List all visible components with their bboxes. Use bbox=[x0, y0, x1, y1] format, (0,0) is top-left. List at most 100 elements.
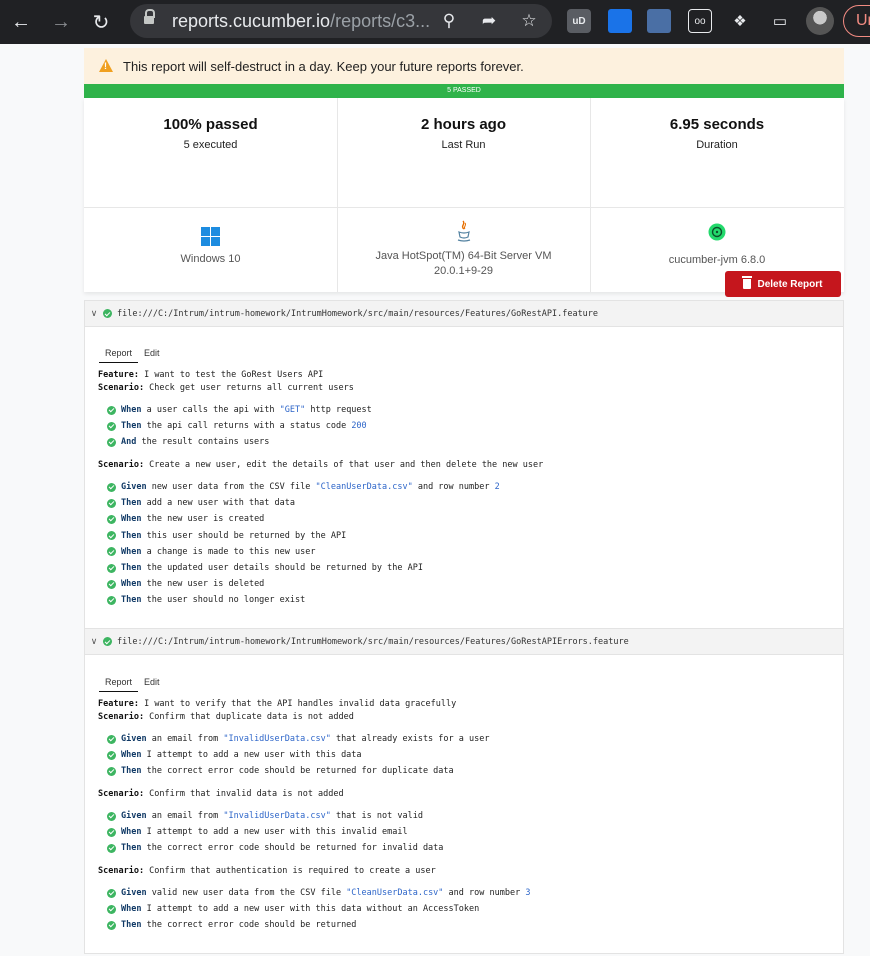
step-row: Then the updated user details should be … bbox=[107, 563, 423, 573]
url-path: /reports/c3... bbox=[330, 11, 431, 31]
passed-icon bbox=[107, 579, 116, 589]
feature-path: file:///C:/Intrum/intrum-homework/Intrum… bbox=[117, 308, 599, 319]
profile-button[interactable]: Ur bbox=[843, 5, 870, 37]
chevron-down-icon[interactable]: ∨ bbox=[85, 308, 103, 319]
scenario-keyword: Scenario: bbox=[98, 383, 145, 393]
cucumber-icon bbox=[708, 223, 726, 241]
url-host: reports.cucumber.io bbox=[172, 11, 331, 31]
feature-keyword: Feature: bbox=[98, 699, 139, 709]
warning-banner: This report will self-destruct in a day.… bbox=[84, 48, 844, 84]
scenario-title-line: Scenario: Confirm that duplicate data is… bbox=[98, 712, 354, 722]
puzzle-extensions-icon[interactable]: ❖ bbox=[728, 9, 752, 33]
share-icon[interactable]: ➦ bbox=[472, 4, 506, 38]
stat-passed: 100% passed 5 executed bbox=[84, 116, 337, 151]
step-text: Given new user data from the CSV file "C… bbox=[121, 482, 500, 492]
stat-duration: 6.95 seconds Duration bbox=[590, 116, 844, 151]
bookmark-star-icon[interactable]: ☆ bbox=[512, 4, 546, 38]
env-os-text: Windows 10 bbox=[180, 253, 241, 265]
step-text-part: the new user is created bbox=[141, 514, 265, 525]
step-keyword: When bbox=[121, 546, 142, 557]
step-text: Then this user should be returned by the… bbox=[121, 531, 346, 541]
step-text: Then the api call returns with a status … bbox=[121, 421, 367, 431]
feature-title: I want to test the GoRest Users API bbox=[144, 370, 324, 380]
passed-icon bbox=[107, 595, 116, 605]
passed-icon bbox=[103, 637, 112, 646]
step-text-part: that already exists for a user bbox=[330, 734, 490, 744]
feature-header[interactable]: ∨ file:///C:/Intrum/intrum-homework/Intr… bbox=[85, 301, 843, 327]
address-url[interactable]: reports.cucumber.io/reports/c3... bbox=[172, 11, 430, 32]
feature-tabs: Report Edit bbox=[99, 677, 166, 692]
step-keyword: When bbox=[121, 405, 142, 415]
side-panel-icon[interactable]: ▭ bbox=[768, 9, 792, 33]
step-text: When I attempt to add a new user with th… bbox=[121, 904, 479, 914]
step-text: Then add a new user with that data bbox=[121, 498, 295, 508]
address-bar[interactable]: reports.cucumber.io/reports/c3... ⚲ ➦ ☆ bbox=[130, 4, 552, 38]
chevron-down-icon[interactable]: ∨ bbox=[85, 636, 103, 647]
step-text-part: and row number bbox=[443, 888, 526, 898]
step-keyword: And bbox=[121, 437, 137, 448]
step-text-part: an email from bbox=[146, 734, 224, 744]
scenario-title: Check get user returns all current users bbox=[144, 383, 354, 393]
java-icon bbox=[457, 220, 470, 242]
step-text-part: valid new user data from the CSV file bbox=[146, 888, 347, 898]
step-row: When I attempt to add a new user with th… bbox=[107, 904, 479, 914]
step-row: Given valid new user data from the CSV f… bbox=[107, 888, 530, 898]
step-argument: "GET" bbox=[279, 405, 306, 415]
scenario-title: Confirm that authentication is required … bbox=[144, 866, 436, 876]
step-keyword: Given bbox=[121, 482, 147, 492]
step-argument: 3 bbox=[525, 888, 531, 898]
passed-icon bbox=[107, 827, 116, 837]
warning-text: This report will self-destruct in a day.… bbox=[123, 59, 524, 74]
extension-icon[interactable] bbox=[647, 9, 671, 33]
avatar[interactable] bbox=[806, 7, 834, 35]
lock-icon[interactable] bbox=[144, 9, 155, 26]
scenario-keyword: Scenario: bbox=[98, 712, 145, 722]
step-row: When a user calls the api with "GET" htt… bbox=[107, 405, 372, 415]
passed-icon bbox=[107, 405, 116, 415]
divider bbox=[84, 207, 844, 208]
extension-icon[interactable]: oo bbox=[688, 9, 712, 33]
step-keyword: When bbox=[121, 514, 142, 525]
feature-header[interactable]: ∨ file:///C:/Intrum/intrum-homework/Intr… bbox=[85, 629, 843, 655]
step-keyword: Then bbox=[121, 920, 142, 931]
tab-edit[interactable]: Edit bbox=[138, 348, 166, 363]
pass-bar: 5 PASSED bbox=[84, 84, 844, 98]
scenario-title: Confirm that duplicate data is not added bbox=[144, 712, 354, 722]
step-row: Given new user data from the CSV file "C… bbox=[107, 482, 500, 492]
step-text: When the new user is created bbox=[121, 514, 264, 524]
step-keyword: Given bbox=[121, 734, 147, 744]
step-argument: "InvalidUserData.csv" bbox=[223, 811, 331, 821]
step-keyword: Then bbox=[121, 595, 142, 606]
step-row: Then the api call returns with a status … bbox=[107, 421, 367, 431]
tab-edit[interactable]: Edit bbox=[138, 677, 166, 692]
scenario-title-line: Scenario: Create a new user, edit the de… bbox=[98, 460, 543, 470]
scenario-title-line: Scenario: Check get user returns all cur… bbox=[98, 383, 354, 393]
delete-report-label: Delete Report bbox=[757, 278, 823, 290]
step-row: When the new user is deleted bbox=[107, 579, 264, 589]
ublock-extension-icon[interactable]: uD bbox=[567, 9, 591, 33]
step-argument: 200 bbox=[351, 421, 367, 432]
extension-icon[interactable] bbox=[608, 9, 632, 33]
tab-report[interactable]: Report bbox=[99, 348, 139, 363]
step-row: Then this user should be returned by the… bbox=[107, 531, 346, 541]
delete-report-button[interactable]: Delete Report bbox=[725, 271, 841, 297]
step-text-part: http request bbox=[305, 405, 372, 415]
step-text-part: a change is made to this new user bbox=[141, 546, 316, 557]
step-keyword: Then bbox=[121, 563, 142, 573]
reload-icon[interactable]: ↻ bbox=[84, 0, 118, 44]
back-icon[interactable]: ← bbox=[4, 0, 38, 44]
step-text: When I attempt to add a new user with th… bbox=[121, 827, 408, 837]
step-text-part: an email from bbox=[146, 811, 224, 821]
step-text-part: the correct error code should be returne… bbox=[141, 766, 454, 777]
tab-report[interactable]: Report bbox=[99, 677, 139, 692]
step-row: When I attempt to add a new user with th… bbox=[107, 750, 362, 760]
step-argument: "CleanUserData.csv" bbox=[315, 482, 413, 492]
step-argument: 2 bbox=[494, 482, 500, 492]
step-keyword: When bbox=[121, 579, 142, 590]
env-implementation-text: cucumber-jvm 6.8.0 bbox=[668, 254, 766, 266]
search-icon[interactable]: ⚲ bbox=[432, 4, 466, 38]
step-row: When I attempt to add a new user with th… bbox=[107, 827, 408, 837]
step-text-part: and row number bbox=[412, 482, 495, 492]
env-os: Windows 10 bbox=[84, 223, 337, 267]
forward-icon[interactable]: → bbox=[44, 0, 78, 44]
